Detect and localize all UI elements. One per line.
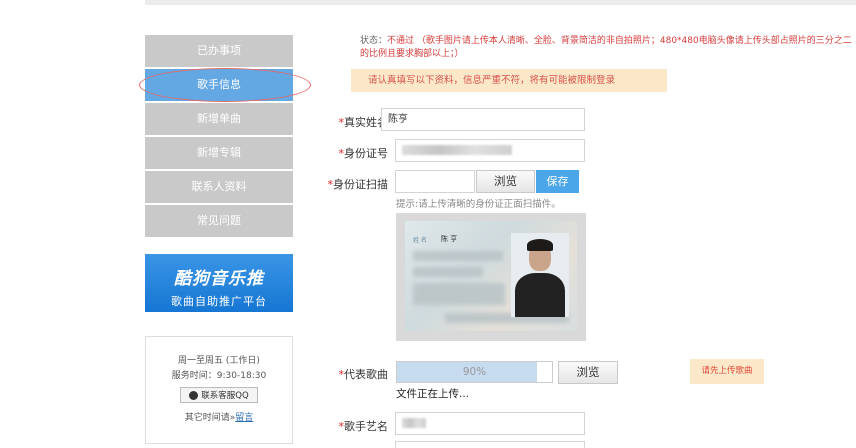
highlight-annotation-circle bbox=[139, 68, 311, 102]
id-scan-browse-button[interactable]: 浏览 bbox=[476, 170, 535, 193]
redacted-artist-name bbox=[402, 418, 426, 428]
id-scan-label-text: 身份证扫描 bbox=[333, 178, 388, 191]
id-number-input[interactable] bbox=[395, 139, 585, 162]
promo-subtitle: 歌曲自助推广平台 bbox=[171, 295, 267, 308]
song-browse-button[interactable]: 浏览 bbox=[558, 361, 618, 384]
sidebar-item-contact-info[interactable]: 联系人资料 bbox=[145, 171, 293, 203]
song-label-text: 代表歌曲 bbox=[344, 368, 388, 381]
sidebar-item-add-single[interactable]: 新增单曲 bbox=[145, 103, 293, 135]
sidebar-item-add-album[interactable]: 新增专辑 bbox=[145, 137, 293, 169]
id-scan-file-input[interactable] bbox=[395, 170, 475, 193]
next-field-input[interactable] bbox=[395, 441, 585, 448]
customer-service-box: 周一至周五 (工作日) 服务时间：9:30-18:30 联系客服QQ 其它时间请… bbox=[145, 336, 293, 444]
id-scan-hint: 提示:请上传清晰的身份证正面扫描件。 bbox=[396, 199, 561, 210]
upload-song-first-tag: 请先上传歌曲 bbox=[690, 359, 764, 384]
id-card-redacted-line bbox=[413, 251, 503, 261]
real-name-label: *真实姓名 bbox=[330, 114, 389, 130]
sidebar-item-faq[interactable]: 常见问题 bbox=[145, 205, 293, 237]
service-days: 周一至周五 (工作日) bbox=[178, 356, 260, 366]
id-scan-label: *身份证扫描 bbox=[318, 176, 389, 192]
other-time-line: 其它时间请»留言 bbox=[146, 410, 292, 423]
qq-icon bbox=[189, 390, 199, 400]
service-hours: 服务时间：9:30-18:30 bbox=[171, 371, 267, 381]
id-card-name: 陈 亨 bbox=[441, 235, 458, 243]
status-text: 不通过 （歌手图片请上传本人清晰、全脸、背景简洁的非自拍照片；480*480电脑… bbox=[360, 36, 852, 59]
id-card-name-label: 姓 名 bbox=[413, 237, 427, 244]
photo-hair bbox=[527, 239, 553, 251]
id-number-label-text: 身份证号 bbox=[344, 147, 388, 160]
upload-status: 文件正在上传... bbox=[396, 388, 470, 400]
real-name-input[interactable]: 陈亨 bbox=[381, 108, 585, 131]
id-number-label: *身份证号 bbox=[330, 145, 389, 161]
photo-body bbox=[515, 273, 565, 317]
promo-banner[interactable]: 酷狗音乐推 歌曲自助推广平台 bbox=[145, 254, 293, 312]
id-card-preview: 姓 名 陈 亨 bbox=[405, 221, 577, 331]
leave-message-link[interactable]: 留言 bbox=[235, 413, 253, 423]
id-card-redacted-line bbox=[413, 267, 483, 277]
song-label: *代表歌曲 bbox=[330, 366, 389, 382]
artist-name-label: *歌手艺名 bbox=[330, 418, 389, 434]
notice-banner: 请认真填写以下资料，信息严重不符，将有可能被限制登录 bbox=[351, 69, 667, 92]
contact-qq-label: 联系客服QQ bbox=[201, 391, 249, 401]
id-card-photo bbox=[511, 233, 569, 317]
artist-name-input[interactable] bbox=[395, 412, 585, 435]
id-card-redacted-address bbox=[413, 283, 505, 305]
id-scan-save-button[interactable]: 保存 bbox=[536, 170, 579, 193]
song-upload-progress: 90% bbox=[396, 361, 553, 383]
progress-text: 90% bbox=[462, 366, 487, 378]
redacted-id-number bbox=[402, 145, 512, 155]
artist-name-label-text: 歌手艺名 bbox=[344, 420, 388, 433]
status-label: 状态： bbox=[360, 36, 388, 46]
status-message: 状态：不通过 （歌手图片请上传本人清晰、全脸、背景简洁的非自拍照片；480*48… bbox=[360, 35, 852, 61]
promo-brand: 酷狗音乐推 bbox=[174, 269, 264, 289]
contact-qq-button[interactable]: 联系客服QQ bbox=[180, 387, 258, 403]
top-bar bbox=[145, 0, 856, 5]
sidebar-item-done-tasks[interactable]: 已办事项 bbox=[145, 35, 293, 67]
other-time-prefix: 其它时间请» bbox=[184, 413, 236, 423]
